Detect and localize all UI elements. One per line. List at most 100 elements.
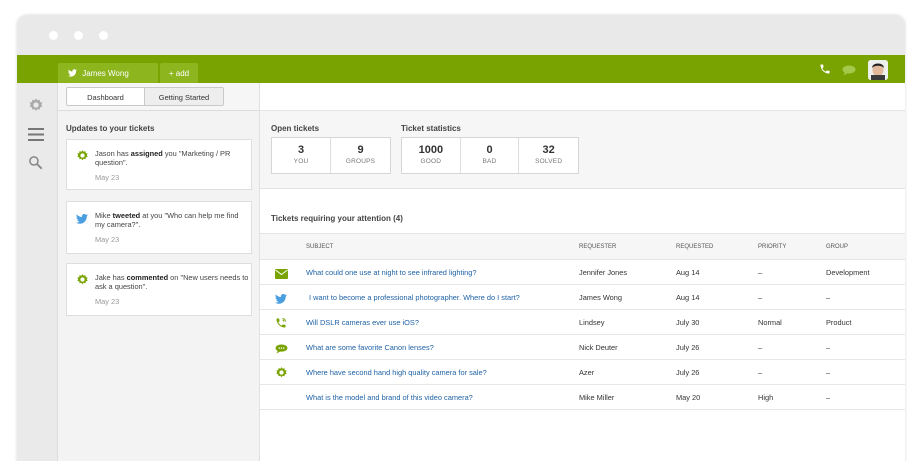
updates-title: Updates to your tickets	[66, 124, 155, 133]
ticket-group: Development	[826, 268, 870, 277]
table-row[interactable]: What are some favorite Canon lenses? Nic…	[260, 335, 905, 360]
stat-bad[interactable]: 0 BAD	[461, 138, 520, 173]
twitter-bird-icon	[275, 291, 287, 309]
window-chrome	[17, 15, 905, 55]
update-date: May 23	[95, 235, 120, 244]
open-tickets-title: Open tickets	[271, 124, 320, 133]
ticket-subject-link[interactable]: What is the model and brand of this vide…	[306, 393, 473, 402]
tab-dashboard[interactable]: Dashboard	[66, 87, 145, 106]
ticket-subject-link[interactable]: I want to become a professional photogra…	[309, 293, 520, 302]
ticket-requested: July 30	[676, 318, 700, 327]
ticket-requester: Nick Deuter	[579, 343, 618, 352]
update-date: May 23	[95, 297, 120, 306]
col-requester[interactable]: REQUESTER	[579, 244, 616, 250]
ticket-group: –	[826, 343, 831, 352]
col-priority[interactable]: PRIORITY	[758, 244, 786, 250]
ticket-priority: –	[758, 368, 763, 377]
search-icon[interactable]	[28, 155, 43, 175]
window-zoom-dot[interactable]	[99, 31, 108, 40]
ticket-group: –	[826, 293, 831, 302]
phone-icon[interactable]	[819, 62, 831, 80]
stat-label: BAD	[482, 158, 497, 165]
left-nav	[17, 83, 58, 461]
col-group[interactable]: GROUP	[826, 244, 848, 250]
stat-good[interactable]: 1000 GOOD	[402, 138, 461, 173]
stat-value: 32	[542, 144, 555, 156]
stat-label: GROUPS	[345, 158, 376, 165]
ticket-requested: Aug 14	[676, 268, 700, 277]
user-avatar[interactable]	[868, 60, 888, 80]
zendesk-gear-icon	[76, 149, 89, 167]
zendesk-gear-icon	[76, 273, 89, 291]
ticket-requested: July 26	[676, 368, 700, 377]
attention-title: Tickets requiring your attention (4)	[271, 214, 403, 223]
table-row[interactable]: What could one use at night to see infra…	[260, 260, 905, 285]
table-row[interactable]: What is the model and brand of this vide…	[260, 385, 905, 410]
ticket-group: –	[826, 368, 831, 377]
add-tab-button[interactable]: + add	[160, 63, 198, 83]
ticket-statistics-title: Ticket statistics	[401, 124, 461, 133]
stat-label: GOOD	[420, 158, 442, 165]
ticket-requested: May 20	[676, 393, 701, 402]
top-bar: James Wong + add	[17, 55, 905, 83]
ticket-priority: High	[758, 393, 774, 402]
window-close-dot[interactable]	[49, 31, 58, 40]
col-requested[interactable]: REQUESTED	[676, 244, 713, 250]
update-card[interactable]: Jason has assigned you "Marketing / PR q…	[66, 139, 252, 190]
ticket-requested: Aug 14	[676, 293, 700, 302]
app-window: James Wong + add Dashboard Getting Start…	[17, 15, 905, 461]
menu-icon[interactable]	[28, 128, 44, 146]
stat-groups[interactable]: 9 GROUPS	[331, 138, 390, 173]
ticket-requested: July 26	[676, 343, 700, 352]
chat-icon	[275, 341, 288, 359]
table-row[interactable]: Will DSLR cameras ever use iOS? Lindsey …	[260, 310, 905, 335]
ticket-priority: –	[758, 268, 763, 277]
ticket-requester: Azer	[579, 368, 595, 377]
zendesk-gear-icon	[275, 366, 288, 384]
stat-value: 1000	[418, 144, 444, 156]
ticket-priority: Normal	[758, 318, 782, 327]
table-row[interactable]: I want to become a professional photogra…	[260, 285, 905, 310]
zendesk-gear-icon[interactable]	[28, 97, 44, 118]
ticket-group: –	[826, 393, 831, 402]
update-text: Jake has commented on "New users needs t…	[95, 273, 249, 291]
table-header: SUBJECT REQUESTER REQUESTED PRIORITY GRO…	[260, 233, 905, 260]
ticket-group: Product	[826, 318, 852, 327]
ticket-requester: Jennifer Jones	[579, 268, 628, 277]
stat-you[interactable]: 3 YOU	[272, 138, 331, 173]
update-card[interactable]: Mike tweeted at you "Who can help me fin…	[66, 201, 252, 254]
stat-value: 3	[297, 144, 305, 156]
ticket-priority: –	[758, 293, 763, 302]
subtabs-container: Dashboard Getting Started	[58, 83, 260, 111]
chat-icon[interactable]	[842, 63, 856, 81]
ticket-statistics-box: 1000 GOOD 0 BAD 32 SOLVED	[401, 137, 579, 174]
phone-icon	[275, 316, 287, 334]
col-subject[interactable]: SUBJECT	[306, 244, 333, 250]
stat-value: 0	[486, 144, 493, 156]
user-tab[interactable]: James Wong	[58, 63, 158, 83]
ticket-requester: Mike Miller	[579, 393, 615, 402]
ticket-subject-link[interactable]: Where have second hand high quality came…	[306, 368, 487, 377]
tab-getting-started[interactable]: Getting Started	[145, 87, 224, 106]
user-tab-label: James Wong	[82, 69, 129, 78]
open-tickets-box: 3 YOU 9 GROUPS	[271, 137, 391, 174]
ticket-subject-link[interactable]: Will DSLR cameras ever use iOS?	[306, 318, 419, 327]
main-panel: Open tickets 3 YOU 9 GROUPS Ticket stati…	[260, 111, 905, 461]
twitter-bird-icon	[76, 211, 88, 229]
email-icon	[275, 266, 288, 284]
updates-panel: Updates to your tickets Jason has assign…	[58, 111, 260, 461]
stats-area: Open tickets 3 YOU 9 GROUPS Ticket stati…	[260, 111, 905, 189]
update-text: Jason has assigned you "Marketing / PR q…	[95, 149, 231, 167]
update-card[interactable]: Jake has commented on "New users needs t…	[66, 263, 252, 316]
stat-solved[interactable]: 32 SOLVED	[519, 138, 578, 173]
twitter-bird-icon	[68, 69, 77, 79]
window-minimize-dot[interactable]	[74, 31, 83, 40]
update-date: May 23	[95, 173, 120, 182]
ticket-subject-link[interactable]: What are some favorite Canon lenses?	[306, 343, 434, 352]
table-row[interactable]: Where have second hand high quality came…	[260, 360, 905, 385]
ticket-requester: James Wong	[579, 293, 622, 302]
stat-label: SOLVED	[535, 158, 563, 165]
stat-label: YOU	[293, 158, 309, 165]
subtabs-bar: Dashboard Getting Started	[58, 83, 905, 111]
ticket-subject-link[interactable]: What could one use at night to see infra…	[306, 268, 477, 277]
